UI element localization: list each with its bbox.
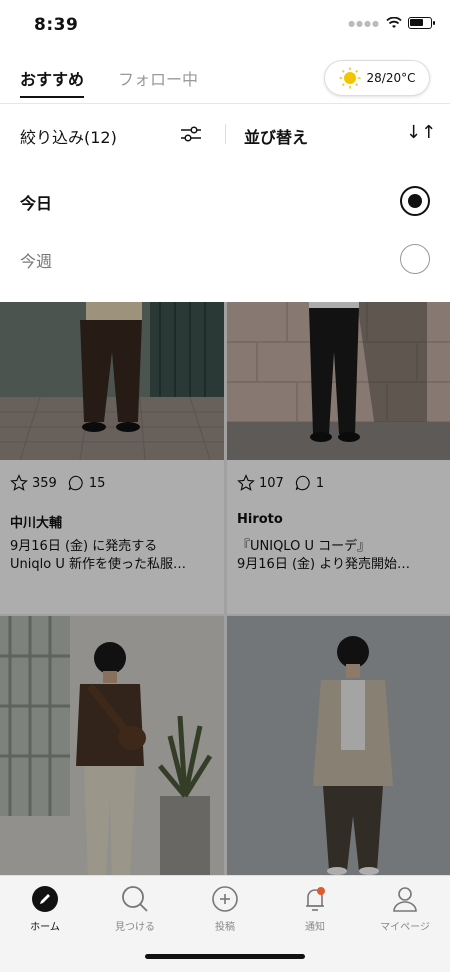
user-icon (393, 887, 417, 912)
filter-button[interactable]: 絞り込み(12) (20, 124, 117, 148)
signal-icon: ●●●● (348, 18, 380, 28)
tab-following[interactable]: フォロー中 (118, 66, 198, 90)
weather-badge[interactable]: 28/20°C (324, 60, 430, 96)
tab-recommended[interactable]: おすすめ (20, 66, 85, 98)
feed-tabs: おすすめ フォロー中 28/20°C (0, 50, 450, 104)
option-today[interactable]: 今日 (0, 172, 450, 230)
nav-label-discover: 見つける (115, 922, 155, 933)
nav-notifications[interactable]: 通知 (270, 884, 360, 933)
battery-fill (410, 19, 423, 26)
nav-home[interactable]: ホーム (0, 884, 90, 933)
sliders-icon[interactable] (180, 125, 202, 143)
nav-discover[interactable]: 見つける (90, 884, 180, 933)
option-this-week[interactable]: 今週 (0, 230, 450, 288)
divider (225, 124, 226, 144)
period-options: 今日 今週 (0, 164, 450, 302)
weather-temp: 28/20°C (366, 71, 416, 85)
nav-mypage[interactable]: マイページ (360, 884, 450, 933)
filter-bar: 絞り込み(12) 並び替え ↓↑ (0, 104, 450, 164)
status-time: 8:39 (34, 15, 79, 35)
nav-label-notifications: 通知 (305, 922, 325, 933)
radio-this-week[interactable] (400, 244, 430, 274)
nav-label-post: 投稿 (215, 922, 235, 933)
option-week-label: 今週 (20, 252, 53, 271)
home-pencil-icon (32, 886, 58, 912)
home-indicator[interactable] (145, 954, 305, 959)
option-today-label: 今日 (20, 194, 53, 213)
status-icons: ●●●● (348, 17, 435, 29)
radio-today[interactable] (400, 186, 430, 216)
modal-overlay[interactable] (0, 302, 450, 875)
nav-post[interactable]: 投稿 (180, 884, 270, 933)
wifi-icon (386, 17, 402, 28)
nav-label-home: ホーム (30, 922, 60, 933)
search-icon (122, 886, 148, 912)
status-bar: 8:39 ●●●● (0, 0, 450, 50)
sort-arrows-icon[interactable]: ↓↑ (406, 122, 436, 143)
battery-icon (408, 17, 435, 29)
bell-icon (306, 887, 325, 911)
plus-circle-icon (212, 886, 238, 912)
sun-icon (339, 67, 361, 89)
sort-button[interactable]: 並び替え (244, 124, 308, 148)
nav-label-mypage: マイページ (380, 922, 430, 933)
